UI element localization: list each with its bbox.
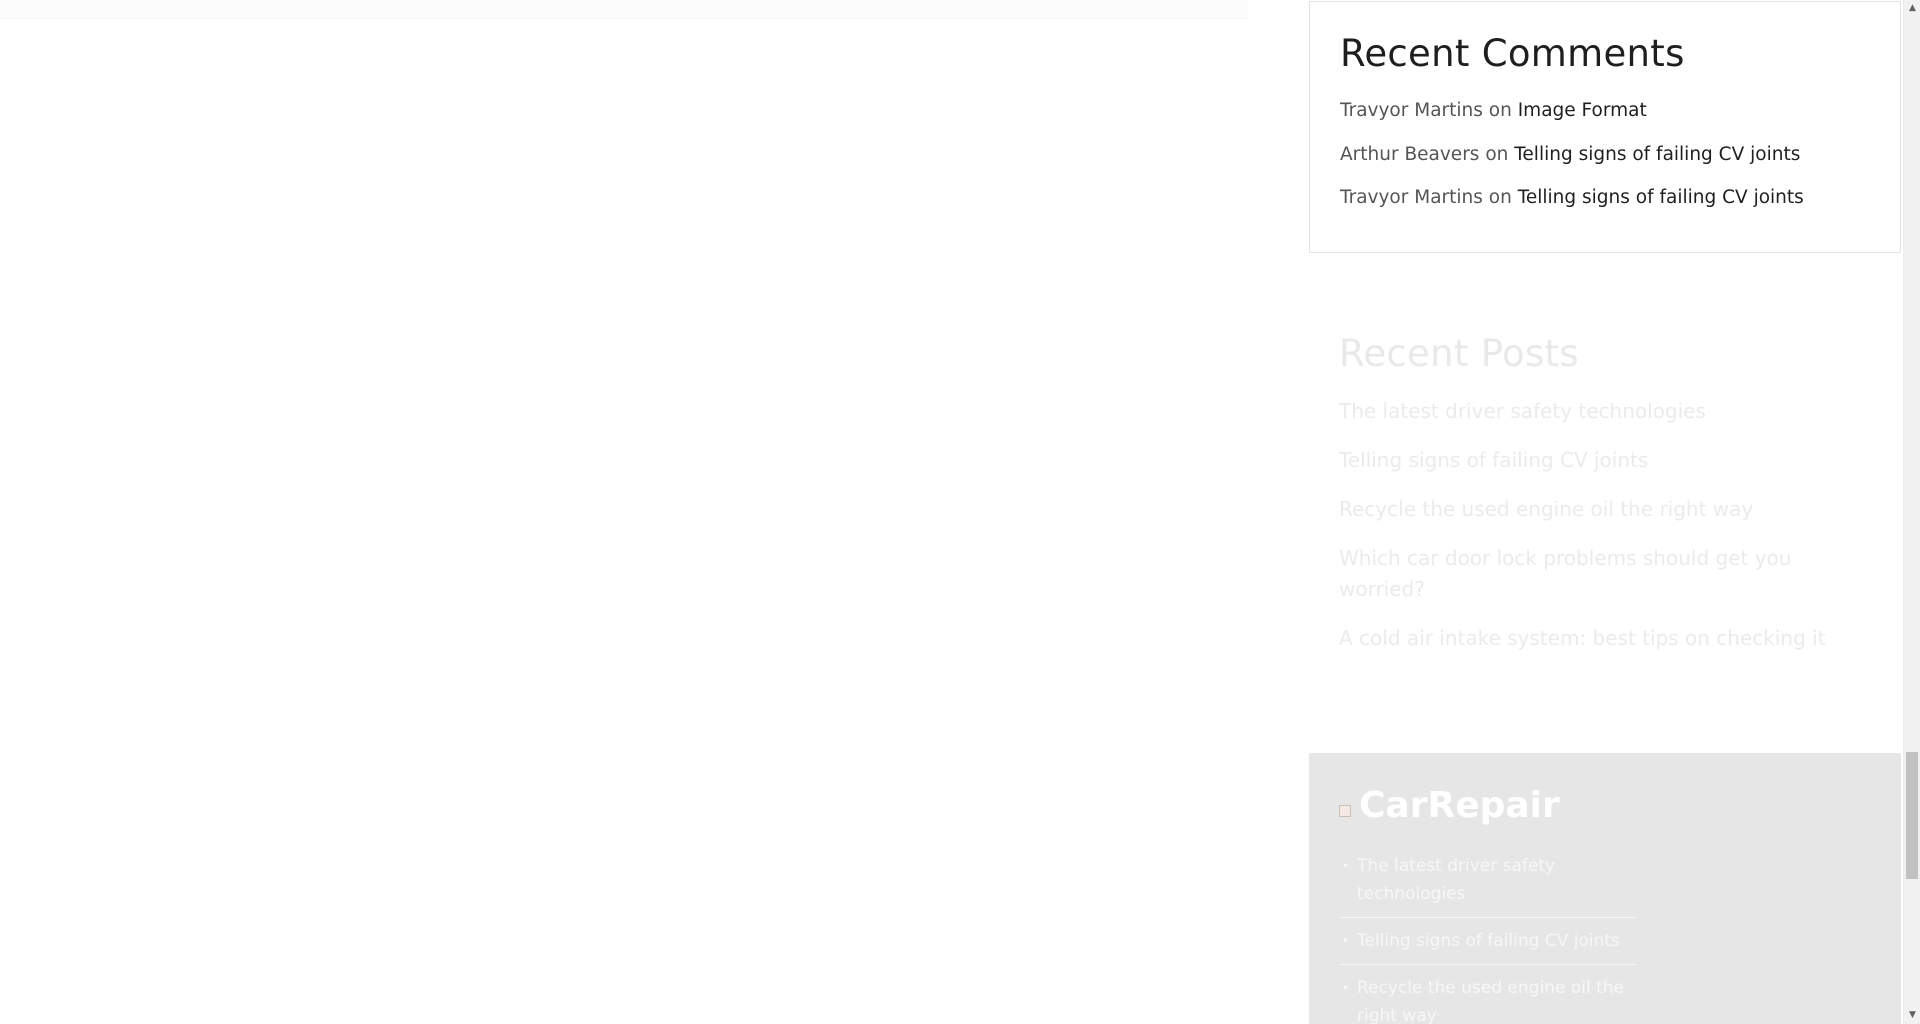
comment-item: Arthur Beavers on Telling signs of faili… <box>1340 142 1804 186</box>
recent-post-link[interactable]: Telling signs of failing CV joints <box>1339 448 1648 472</box>
footer-logo[interactable]: CarRepair <box>1339 785 1560 827</box>
vertical-scrollbar[interactable]: ▲ ▼ <box>1903 0 1920 1024</box>
comment-author: Travyor Martins <box>1340 100 1483 121</box>
bullet-icon: • <box>1342 934 1350 948</box>
recent-post-link[interactable]: A cold air intake system: best tips on c… <box>1339 626 1826 650</box>
comment-post-link[interactable]: Image Format <box>1518 100 1647 121</box>
comment-item: Travyor Martins on Image Format <box>1340 98 1804 142</box>
recent-post-item: Telling signs of failing CV joints <box>1339 445 1859 476</box>
logo-text: CarRepair <box>1359 785 1560 826</box>
comment-post-link[interactable]: Telling signs of failing CV joints <box>1518 187 1804 208</box>
top-strip <box>0 0 1248 19</box>
comment-author: Travyor Martins <box>1340 187 1483 208</box>
recent-post-item: A cold air intake system: best tips on c… <box>1339 623 1859 654</box>
recent-post-item: The latest driver safety technologies <box>1339 396 1859 427</box>
recent-comments-title: Recent Comments <box>1340 32 1685 75</box>
bullet-icon: • <box>1342 981 1350 995</box>
recent-comments-list: Travyor Martins on Image Format Arthur B… <box>1340 98 1804 229</box>
comment-on-text: on <box>1488 187 1512 208</box>
page: Recent Comments Travyor Martins on Image… <box>0 0 1920 1024</box>
footer-link[interactable]: Recycle the used engine oil the right wa… <box>1357 978 1624 1024</box>
footer-links-list: • The latest driver safety technologies … <box>1339 852 1637 1024</box>
footer-link[interactable]: Telling signs of failing CV joints <box>1357 931 1620 951</box>
footer-widget: CarRepair • The latest driver safety tec… <box>1309 753 1901 1024</box>
triangle-down-icon[interactable]: ▼ <box>1904 1007 1920 1024</box>
recent-post-item: Recycle the used engine oil the right wa… <box>1339 494 1859 525</box>
comment-item: Travyor Martins on Telling signs of fail… <box>1340 185 1804 229</box>
footer-link-item: • Telling signs of failing CV joints <box>1339 927 1637 965</box>
comment-on-text: on <box>1488 100 1512 121</box>
recent-comments-widget: Recent Comments Travyor Martins on Image… <box>1309 1 1901 253</box>
bullet-icon: • <box>1342 859 1350 873</box>
broken-image-icon <box>1339 805 1351 817</box>
recent-post-link[interactable]: Which car door lock problems should get … <box>1339 546 1791 601</box>
recent-post-link[interactable]: The latest driver safety technologies <box>1339 399 1706 423</box>
footer-link-item: • Recycle the used engine oil the right … <box>1339 974 1637 1024</box>
footer-link-item: • The latest driver safety technologies <box>1339 852 1637 918</box>
recent-posts-title: Recent Posts <box>1339 332 1579 375</box>
comment-author: Arthur Beavers <box>1340 143 1480 165</box>
triangle-up-icon[interactable]: ▲ <box>1904 0 1920 17</box>
footer-link[interactable]: The latest driver safety technologies <box>1357 856 1555 904</box>
comment-on-text: on <box>1485 143 1509 165</box>
recent-posts-list: The latest driver safety technologies Te… <box>1339 396 1859 654</box>
recent-post-item: Which car door lock problems should get … <box>1339 543 1859 605</box>
recent-post-link[interactable]: Recycle the used engine oil the right wa… <box>1339 497 1753 521</box>
comment-post-link[interactable]: Telling signs of failing CV joints <box>1514 144 1800 165</box>
scroll-thumb[interactable] <box>1906 752 1918 879</box>
recent-posts-widget: Recent Posts The latest driver safety te… <box>1339 332 1859 672</box>
